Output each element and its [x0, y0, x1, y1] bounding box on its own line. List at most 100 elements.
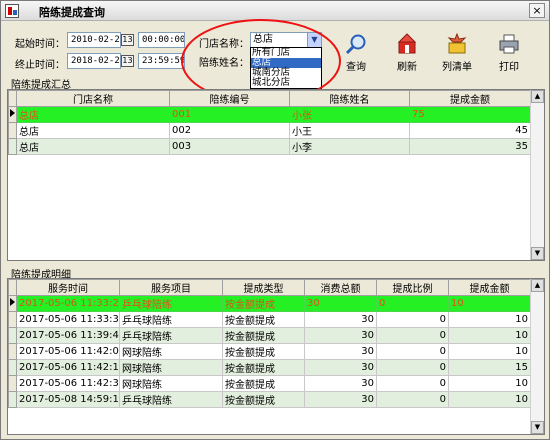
- print-button[interactable]: 打印: [491, 33, 527, 73]
- row-indicator: [8, 327, 17, 344]
- table-cell: 10: [448, 391, 531, 408]
- table-cell: 2017-05-06 11:39:43: [16, 327, 120, 344]
- table-cell: 小张: [289, 106, 410, 123]
- table-cell: 45: [409, 122, 531, 139]
- query-button[interactable]: 查询: [338, 33, 374, 73]
- table-cell: 2017-05-06 11:33:30: [16, 311, 120, 328]
- detail-table: 服务时间 服务项目 提成类型 消费总额 提成比例 提成金额 2017-05-06…: [8, 279, 531, 408]
- table-cell: 0: [376, 375, 449, 392]
- row-indicator: [8, 122, 17, 139]
- row-indicator: [8, 343, 17, 360]
- table-cell: 30: [304, 327, 377, 344]
- table-cell: 按金额提成: [222, 359, 305, 376]
- table-cell: 按金额提成: [222, 327, 305, 344]
- column-header[interactable]: 提成比例: [376, 279, 449, 296]
- start-time-field[interactable]: 00:00:00: [138, 32, 185, 48]
- start-calendar-button[interactable]: 13: [121, 34, 134, 46]
- table-cell: 2017-05-06 11:42:36: [16, 375, 120, 392]
- detail-grid: 服务时间 服务项目 提成类型 消费总额 提成比例 提成金额 2017-05-06…: [7, 278, 545, 435]
- table-cell: 乒乓球陪练: [119, 391, 223, 408]
- table-cell: 30: [304, 359, 377, 376]
- table-cell: 0: [376, 311, 449, 328]
- column-list-label: 列清单: [442, 62, 472, 73]
- column-header[interactable]: 服务时间: [16, 279, 120, 296]
- table-row[interactable]: 2017-05-06 11:33:30 乒乓球陪练 按金额提成 30 0 10: [8, 311, 531, 328]
- table-cell: 10: [448, 295, 531, 312]
- table-row[interactable]: 总店 001 小张 75: [8, 106, 531, 123]
- report-window: 陪练提成查询 × 起始时间： 2010-02-25 13 00:00:00 终止…: [0, 0, 550, 440]
- table-row[interactable]: 2017-05-06 11:42:07 网球陪练 按金额提成 30 0 10: [8, 343, 531, 360]
- print-label: 打印: [499, 62, 519, 73]
- window-title: 陪练提成查询: [39, 6, 105, 19]
- column-header[interactable]: 陪练姓名: [289, 90, 410, 107]
- table-cell: 0: [376, 295, 449, 312]
- column-header[interactable]: 门店名称: [16, 90, 170, 107]
- table-cell: 乒乓球陪练: [119, 311, 223, 328]
- summary-table: 门店名称 陪练编号 陪练姓名 提成金额 总店 001 小张 75 总店 002 …: [8, 90, 531, 155]
- table-cell: 30: [304, 375, 377, 392]
- scroll-up-icon[interactable]: ▲: [531, 90, 544, 103]
- table-cell: 10: [448, 343, 531, 360]
- column-header[interactable]: 陪练编号: [169, 90, 290, 107]
- scroll-up-icon[interactable]: ▲: [531, 279, 544, 292]
- table-cell: 35: [409, 138, 531, 155]
- row-indicator-header: [8, 279, 17, 296]
- table-cell: 2017-05-06 11:42:07: [16, 343, 120, 360]
- query-label: 查询: [346, 62, 366, 73]
- table-cell: 10: [448, 375, 531, 392]
- row-indicator: [8, 359, 17, 376]
- summary-scrollbar[interactable]: ▲ ▼: [530, 90, 544, 260]
- table-cell: 乒乓球陪练: [119, 327, 223, 344]
- column-header[interactable]: 提成金额: [409, 90, 531, 107]
- start-date-field[interactable]: 2010-02-25: [67, 32, 121, 48]
- table-cell: 网球陪练: [119, 359, 223, 376]
- printer-icon: [499, 34, 519, 54]
- scroll-down-icon[interactable]: ▼: [531, 421, 544, 434]
- detail-scrollbar[interactable]: ▲ ▼: [530, 279, 544, 434]
- table-cell: 总店: [16, 106, 170, 123]
- column-header[interactable]: 消费总额: [304, 279, 377, 296]
- table-cell: 总店: [16, 122, 170, 139]
- table-row[interactable]: 2017-05-06 11:39:43 乒乓球陪练 按金额提成 30 0 10: [8, 327, 531, 344]
- table-row[interactable]: 2017-05-06 11:42:18 网球陪练 按金额提成 30 0 15: [8, 359, 531, 376]
- table-cell: 按金额提成: [222, 295, 305, 312]
- table-cell: 小李: [289, 138, 410, 155]
- end-calendar-button[interactable]: 13: [121, 55, 134, 67]
- table-cell: 10: [448, 311, 531, 328]
- table-cell: 002: [169, 122, 290, 139]
- table-cell: 0: [376, 343, 449, 360]
- column-header[interactable]: 提成金额: [448, 279, 531, 296]
- table-cell: 30: [304, 343, 377, 360]
- refresh-button[interactable]: 刷新: [389, 33, 425, 73]
- table-cell: 网球陪练: [119, 375, 223, 392]
- row-indicator: [8, 295, 17, 312]
- table-cell: 2017-05-06 11:33:24: [16, 295, 120, 312]
- row-indicator: [8, 106, 17, 123]
- column-header[interactable]: 提成类型: [222, 279, 305, 296]
- table-cell: 总店: [16, 138, 170, 155]
- table-row[interactable]: 2017-05-06 11:33:24 乒乓球陪练 按金额提成 30 0 10: [8, 295, 531, 312]
- table-cell: 75: [409, 106, 531, 123]
- table-cell: 30: [304, 311, 377, 328]
- table-cell: 0: [376, 391, 449, 408]
- column-header[interactable]: 服务项目: [119, 279, 223, 296]
- table-row[interactable]: 2017-05-08 14:59:12 乒乓球陪练 按金额提成 30 0 10: [8, 391, 531, 408]
- table-cell: 10: [448, 327, 531, 344]
- refresh-label: 刷新: [397, 62, 417, 73]
- row-indicator: [8, 311, 17, 328]
- table-row[interactable]: 总店 003 小李 35: [8, 138, 531, 155]
- current-row-icon: [10, 298, 15, 306]
- detail-header-row: 服务时间 服务项目 提成类型 消费总额 提成比例 提成金额: [8, 279, 531, 296]
- current-row-icon: [10, 109, 15, 117]
- summary-grid: 门店名称 陪练编号 陪练姓名 提成金额 总店 001 小张 75 总店 002 …: [7, 89, 545, 261]
- table-row[interactable]: 总店 002 小王 45: [8, 122, 531, 139]
- row-indicator-header: [8, 90, 17, 107]
- close-button[interactable]: ×: [529, 3, 545, 18]
- row-indicator: [8, 138, 17, 155]
- refresh-icon: [397, 33, 417, 54]
- table-row[interactable]: 2017-05-06 11:42:36 网球陪练 按金额提成 30 0 10: [8, 375, 531, 392]
- end-date-field[interactable]: 2018-02-25: [67, 53, 121, 69]
- end-time-field[interactable]: 23:59:59: [138, 53, 185, 69]
- column-list-button[interactable]: 列清单: [439, 33, 475, 73]
- scroll-down-icon[interactable]: ▼: [531, 247, 544, 260]
